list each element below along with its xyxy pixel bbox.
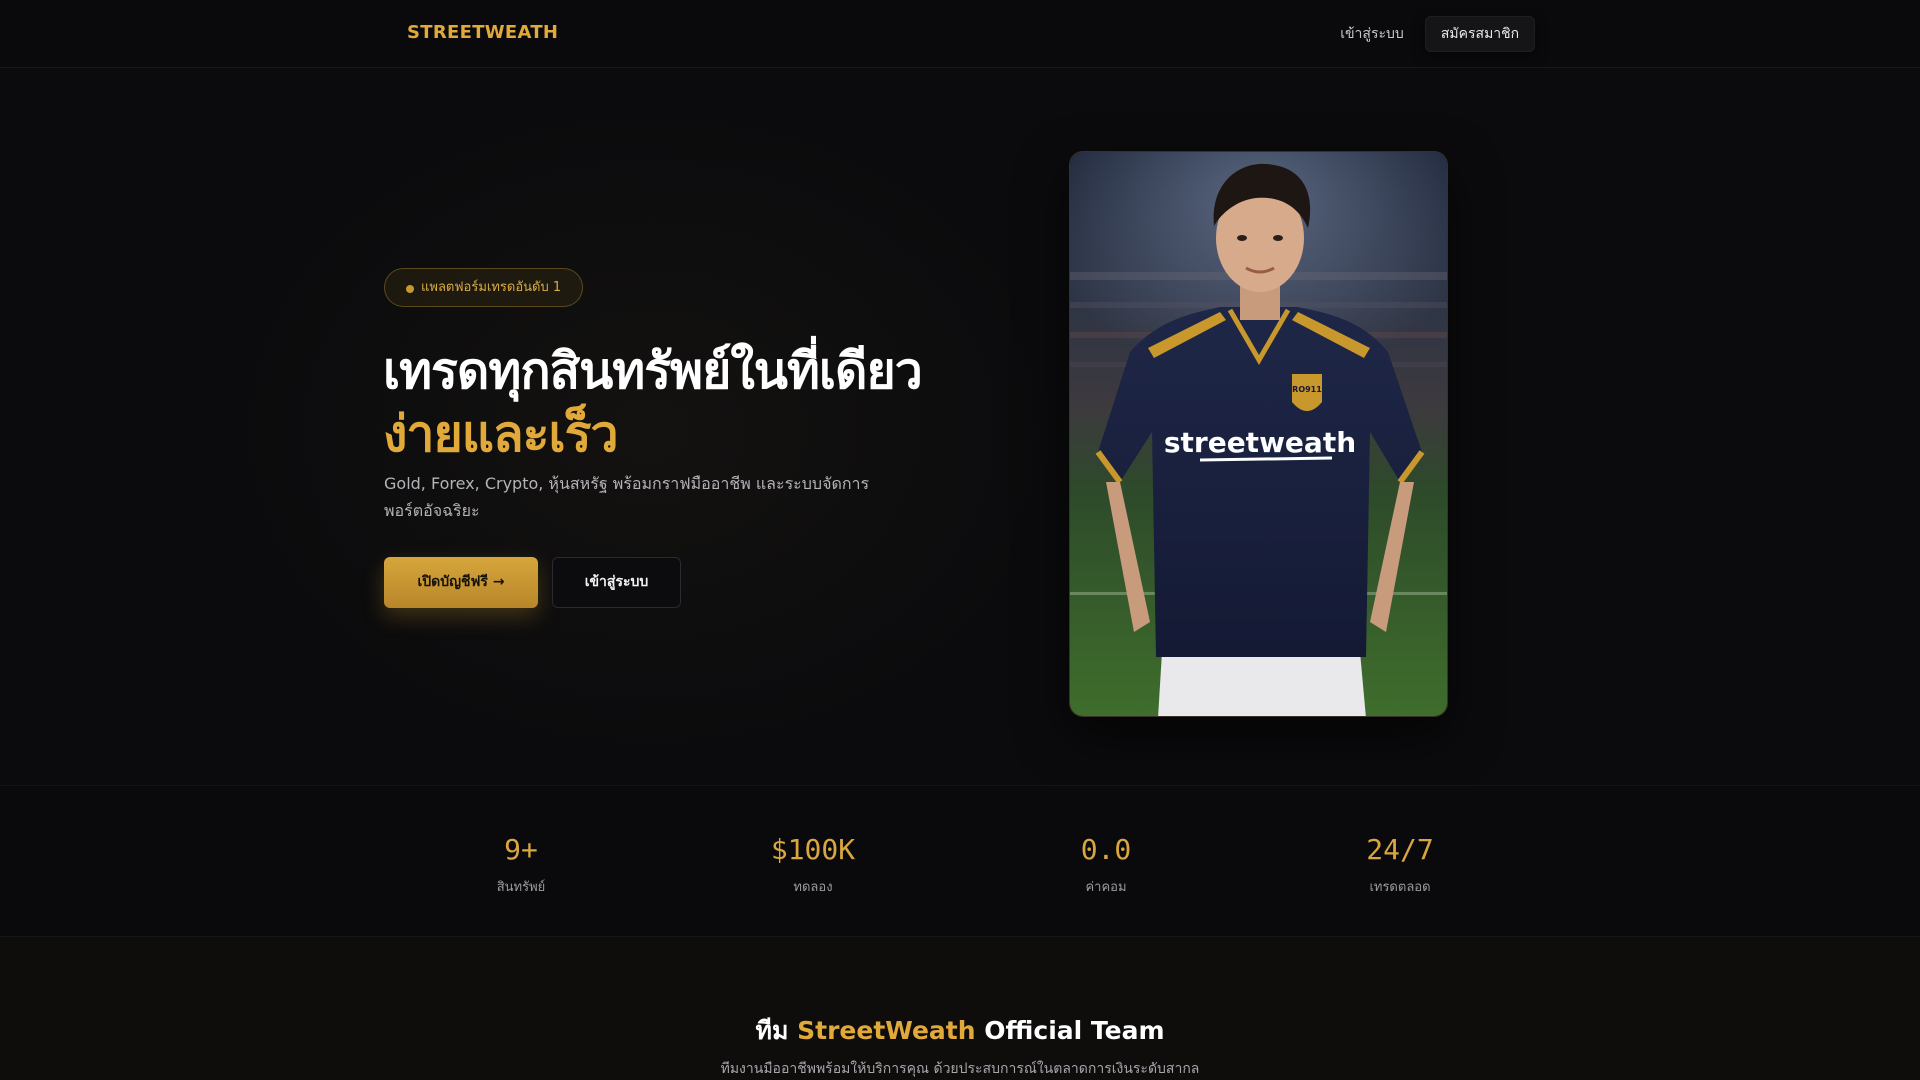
stat-item: 9+ สินทรัพย์ — [421, 832, 621, 897]
hero-badge: แพลตฟอร์มเทรดอันดับ 1 — [384, 268, 583, 307]
stat-label: ทดลอง — [793, 880, 833, 895]
team-section: ทีม StreetWeath Official Team ทีมงานมืออ… — [0, 937, 1920, 1080]
stat-value: 9+ — [504, 833, 538, 866]
hero-player-photo: RO911 streetweath — [1069, 151, 1448, 717]
stats-bar: 9+ สินทรัพย์ $100K ทดลอง 0.0 ค่าคอม 24/7… — [0, 785, 1920, 937]
hero-glow — [200, 80, 1100, 780]
team-title-prefix: ทีม — [755, 1016, 798, 1045]
badge-label: แพลตฟอร์มเทรดอันดับ 1 — [421, 280, 562, 295]
stat-label: เทรดตลอด — [1369, 880, 1431, 895]
nav-register-button[interactable]: สมัครสมาชิก — [1425, 16, 1535, 52]
nav-login-link[interactable]: เข้าสู่ระบบ — [1330, 22, 1414, 46]
stat-value: $100K — [770, 833, 856, 866]
hero-subtext: Gold, Forex, Crypto, หุ้นสหรัฐ พร้อมกราฟ… — [384, 474, 870, 520]
team-title-suffix: Official Team — [975, 1016, 1165, 1045]
open-account-button[interactable]: เปิดบัญชีฟรี → — [384, 557, 538, 608]
stat-item: 0.0 ค่าคอม — [1006, 832, 1206, 897]
svg-text:RO911: RO911 — [1292, 385, 1322, 394]
stat-label: สินทรัพย์ — [496, 880, 546, 895]
badge-dot-icon — [406, 285, 414, 293]
stat-label: ค่าคอม — [1085, 880, 1127, 895]
hero-headline-accent: ง่ายและเร็ว — [383, 405, 619, 463]
stat-item: 24/7 เทรดตลอด — [1300, 832, 1500, 897]
svg-text:streetweath: streetweath — [1164, 426, 1356, 459]
stat-item: $100K ทดลอง — [713, 832, 913, 897]
team-title: ทีม StreetWeath Official Team — [0, 1011, 1920, 1051]
team-title-accent: StreetWeath — [797, 1016, 976, 1045]
team-subtitle: ทีมงานมืออาชีพพร้อมให้บริการคุณ ด้วยประส… — [720, 1061, 1200, 1077]
stat-value: 0.0 — [1080, 833, 1132, 866]
top-nav: STREETWEATH เข้าสู่ระบบ สมัครสมาชิก — [0, 0, 1920, 68]
brand-logo[interactable]: STREETWEATH — [407, 22, 558, 43]
stat-value: 24/7 — [1366, 833, 1434, 866]
hero-login-button[interactable]: เข้าสู่ระบบ — [552, 557, 681, 608]
